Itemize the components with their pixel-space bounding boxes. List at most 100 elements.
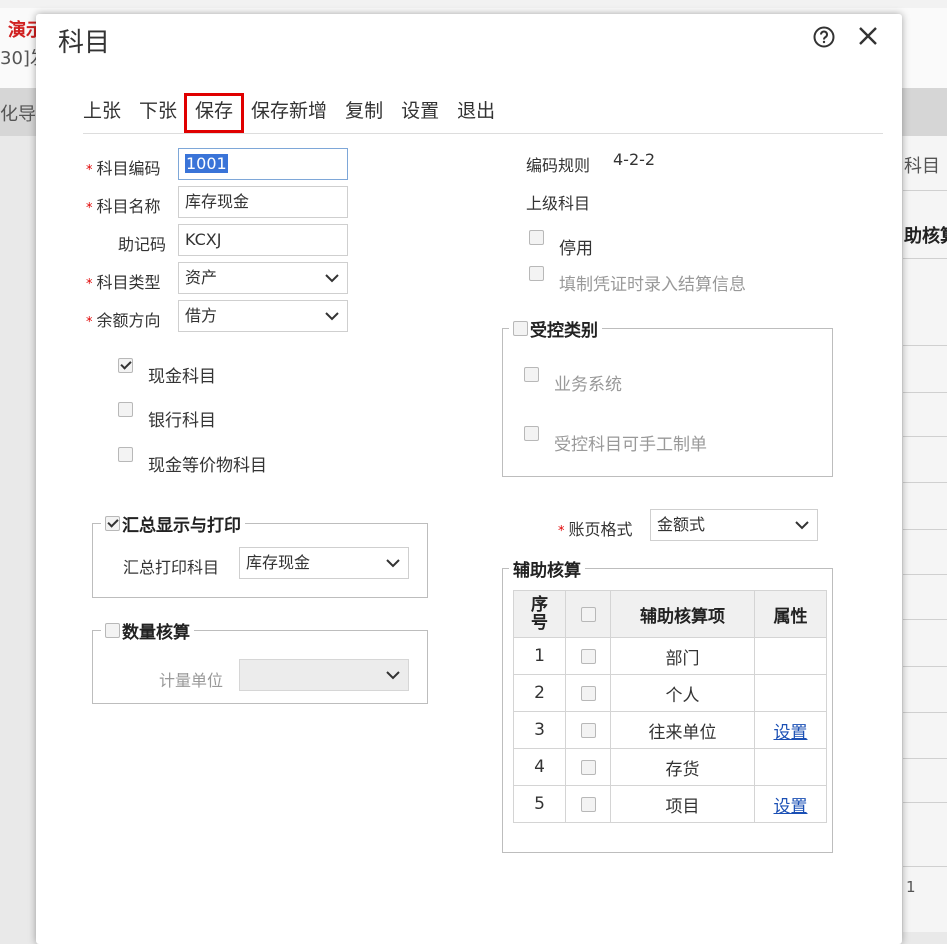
business-system-label: 业务系统	[554, 375, 622, 395]
aux-legend: 辅助核算	[509, 556, 585, 581]
quantity-fieldset: 数量核算 计量单位	[92, 618, 428, 704]
aux-attr-cell: 设置	[754, 711, 827, 749]
aux-row-checkbox-cell	[565, 711, 611, 749]
help-icon[interactable]	[813, 26, 835, 48]
summary-checkbox[interactable]	[105, 516, 120, 531]
aux-header-select	[565, 590, 611, 638]
toolbar: 上张 下张 保存 保存新增 复制 设置 退出	[83, 93, 513, 133]
settings-button[interactable]: 设置	[401, 96, 439, 130]
bank-subject-checkbox[interactable]	[118, 402, 133, 417]
aux-row-checkbox[interactable]	[580, 648, 596, 664]
manual-voucher-checkbox[interactable]	[524, 426, 539, 441]
table-row[interactable]: 4 存货	[513, 748, 827, 786]
ledger-format-select[interactable]: 金额式	[650, 509, 818, 541]
print-subject-select[interactable]: 库存现金	[239, 547, 409, 579]
exit-button[interactable]: 退出	[457, 96, 495, 130]
code-input[interactable]: 1001	[178, 148, 348, 180]
quantity-legend: 数量核算	[101, 618, 194, 643]
prev-button[interactable]: 上张	[83, 96, 121, 130]
aux-seq: 3	[513, 711, 566, 749]
controlled-legend: 受控类别	[509, 316, 602, 341]
aux-settings-link[interactable]: 设置	[774, 723, 808, 743]
cash-subject-label: 现金科目	[148, 367, 216, 387]
aux-seq: 5	[513, 785, 566, 823]
summary-legend: 汇总显示与打印	[101, 511, 245, 536]
aux-row-checkbox[interactable]	[580, 796, 596, 812]
aux-header-item: 辅助核算项	[610, 590, 755, 638]
aux-attr	[754, 674, 827, 712]
type-select[interactable]: 资产	[178, 262, 348, 294]
coding-rule-value: 4-2-2	[613, 150, 656, 169]
aux-select-all-checkbox[interactable]	[580, 606, 596, 622]
aux-item: 部门	[610, 637, 755, 675]
aux-row-checkbox[interactable]	[580, 685, 596, 701]
aux-header-row: 序号 辅助核算项 属性	[513, 590, 827, 638]
chevron-down-icon	[386, 671, 400, 680]
copy-button[interactable]: 复制	[345, 96, 383, 130]
summary-fieldset: 汇总显示与打印 汇总打印科目 库存现金	[92, 511, 428, 598]
coding-rule-label: 编码规则	[526, 156, 591, 175]
balance-label: * 余额方向	[86, 311, 161, 330]
aux-settings-link[interactable]: 设置	[774, 797, 808, 817]
settlement-info-checkbox[interactable]	[529, 266, 544, 281]
table-row[interactable]: 5 项目 设置	[513, 785, 827, 823]
balance-select[interactable]: 借方	[178, 300, 348, 332]
aux-item: 个人	[610, 674, 755, 712]
chevron-down-icon	[325, 274, 339, 283]
aux-seq: 2	[513, 674, 566, 712]
settlement-info-label: 填制凭证时录入结算信息	[559, 275, 746, 295]
controlled-fieldset: 受控类别 业务系统 受控科目可手工制单	[502, 316, 833, 477]
aux-row-checkbox-cell	[565, 785, 611, 823]
background-column-aux: 助核算	[904, 226, 947, 247]
close-icon[interactable]	[856, 24, 880, 48]
dialog-title: 科目	[58, 28, 111, 58]
cash-equivalent-checkbox[interactable]	[118, 447, 133, 462]
chevron-down-icon	[325, 312, 339, 321]
mnemonic-input[interactable]: KCXJ	[178, 224, 348, 256]
disable-label: 停用	[559, 239, 593, 259]
manual-voucher-label: 受控科目可手工制单	[554, 435, 707, 455]
name-label: * 科目名称	[86, 197, 161, 216]
subject-dialog: 科目 上张 下张 保存 保存新增 复制 设置 退出 * 科目编码 1001 * 科目…	[36, 14, 902, 944]
aux-row-checkbox[interactable]	[580, 759, 596, 775]
aux-row-checkbox[interactable]	[580, 722, 596, 738]
aux-row-checkbox-cell	[565, 748, 611, 786]
background-column-subject: 科目	[904, 156, 940, 177]
chevron-down-icon	[795, 521, 809, 530]
aux-table: 序号 辅助核算项 属性 1 部门 2 个人 3 往来单位 设置 4 存货 5 项…	[513, 590, 827, 823]
background-right-panel	[903, 136, 947, 932]
aux-header-attr: 属性	[754, 590, 827, 638]
code-label: * 科目编码	[86, 159, 161, 178]
aux-header-seq: 序号	[513, 590, 566, 638]
table-row[interactable]: 1 部门	[513, 637, 827, 675]
type-label: * 科目类型	[86, 273, 161, 292]
business-system-checkbox[interactable]	[524, 367, 539, 382]
aux-row-checkbox-cell	[565, 637, 611, 675]
save-new-button[interactable]: 保存新增	[251, 96, 327, 130]
cash-equivalent-label: 现金等价物科目	[148, 456, 267, 476]
aux-item: 项目	[610, 785, 755, 823]
controlled-checkbox[interactable]	[513, 321, 528, 336]
table-row[interactable]: 2 个人	[513, 674, 827, 712]
save-button[interactable]: 保存	[184, 93, 245, 133]
cash-subject-checkbox[interactable]	[118, 358, 133, 373]
name-input[interactable]: 库存现金	[178, 186, 348, 218]
background-row-number: 1	[906, 878, 916, 896]
next-button[interactable]: 下张	[139, 96, 177, 130]
aux-attr	[754, 637, 827, 675]
ledger-format-label: * 账页格式	[558, 520, 633, 539]
quantity-checkbox[interactable]	[105, 623, 120, 638]
aux-row-checkbox-cell	[565, 674, 611, 712]
mnemonic-label: 助记码	[118, 235, 167, 254]
print-subject-label: 汇总打印科目	[123, 558, 220, 577]
aux-item: 存货	[610, 748, 755, 786]
toolbar-divider	[83, 133, 883, 134]
parent-subject-label: 上级科目	[526, 194, 591, 213]
aux-seq: 4	[513, 748, 566, 786]
aux-item: 往来单位	[610, 711, 755, 749]
aux-attr	[754, 748, 827, 786]
table-row[interactable]: 3 往来单位 设置	[513, 711, 827, 749]
aux-attr-cell: 设置	[754, 785, 827, 823]
unit-select[interactable]	[239, 659, 409, 691]
disable-checkbox[interactable]	[529, 230, 544, 245]
